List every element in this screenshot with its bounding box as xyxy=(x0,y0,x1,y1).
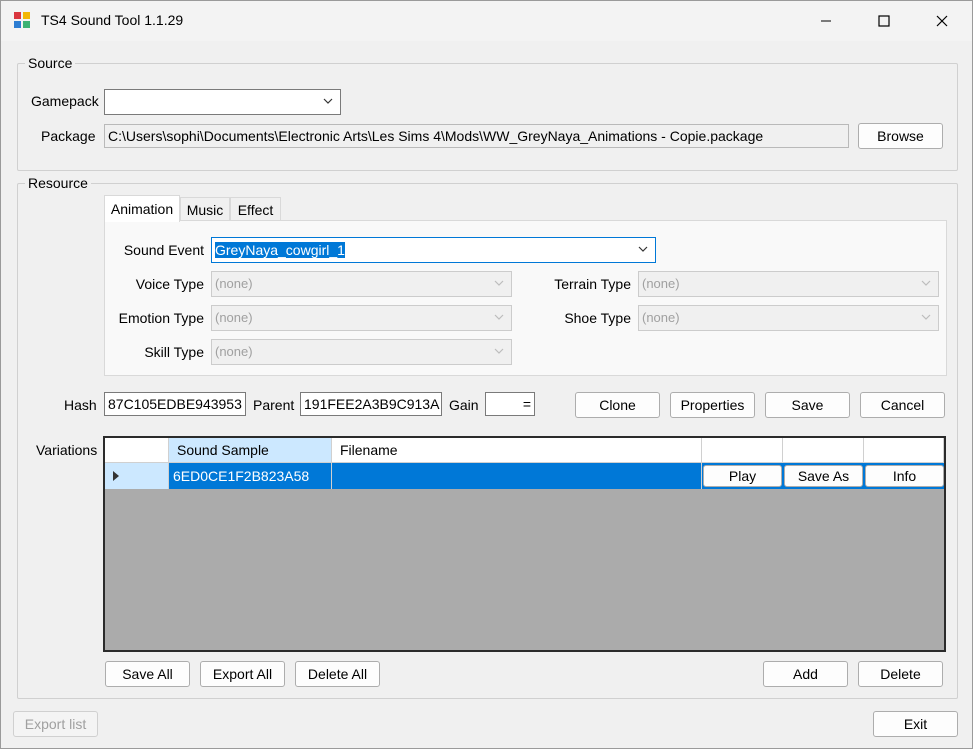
gain-label: Gain xyxy=(449,397,479,413)
close-button[interactable] xyxy=(912,1,972,41)
source-group xyxy=(17,63,958,171)
package-label: Package xyxy=(41,128,96,144)
source-group-title: Source xyxy=(25,55,76,71)
column-header-play[interactable] xyxy=(702,438,783,463)
minimize-icon xyxy=(821,20,831,22)
save-button[interactable]: Save xyxy=(765,392,850,418)
variations-label: Variations xyxy=(36,442,98,458)
clone-button[interactable]: Clone xyxy=(575,392,660,418)
gain-field[interactable]: = xyxy=(485,392,535,416)
exit-button[interactable]: Exit xyxy=(873,711,958,737)
column-header-info[interactable] xyxy=(864,438,944,463)
tab-effect[interactable]: Effect xyxy=(230,197,281,221)
info-button[interactable]: Info xyxy=(865,465,944,487)
shoe-type-value: (none) xyxy=(642,310,680,325)
sound-event-select[interactable]: GreyNaya_cowgirl_1 xyxy=(211,237,656,263)
title-bar[interactable]: TS4 Sound Tool 1.1.29 xyxy=(1,1,972,41)
shoe-type-label: Shoe Type xyxy=(564,310,631,326)
variations-grid[interactable]: Sound Sample Filename 6ED0CE1F2B823A58 P… xyxy=(103,436,946,652)
parent-field[interactable]: 191FEE2A3B9C913A xyxy=(300,392,442,416)
emotion-type-select[interactable]: (none) xyxy=(211,305,512,331)
chevron-down-icon xyxy=(638,246,648,252)
window-title: TS4 Sound Tool 1.1.29 xyxy=(41,12,184,28)
app-window: TS4 Sound Tool 1.1.29 Source Gamepack Pa… xyxy=(0,0,973,749)
filename-cell[interactable] xyxy=(332,463,702,489)
sound-event-value: GreyNaya_cowgirl_1 xyxy=(215,242,345,258)
gamepack-label: Gamepack xyxy=(31,93,99,109)
hash-label: Hash xyxy=(64,397,97,413)
column-header-filename[interactable]: Filename xyxy=(332,438,702,463)
play-button[interactable]: Play xyxy=(703,465,782,487)
chevron-down-icon xyxy=(494,280,504,286)
parent-label: Parent xyxy=(253,397,295,413)
grid-row-header-corner xyxy=(105,438,169,463)
row-header[interactable] xyxy=(105,463,169,489)
column-header-sound-sample[interactable]: Sound Sample xyxy=(169,438,332,463)
voice-type-value: (none) xyxy=(215,276,253,291)
delete-all-button[interactable]: Delete All xyxy=(295,661,380,687)
skill-type-value: (none) xyxy=(215,344,253,359)
terrain-type-value: (none) xyxy=(642,276,680,291)
maximize-button[interactable] xyxy=(854,1,914,41)
skill-type-select[interactable]: (none) xyxy=(211,339,512,365)
chevron-down-icon xyxy=(921,280,931,286)
tab-music[interactable]: Music xyxy=(180,197,230,221)
chevron-down-icon xyxy=(494,348,504,354)
chevron-down-icon xyxy=(921,314,931,320)
table-row[interactable]: 6ED0CE1F2B823A58 Play Save As Info xyxy=(105,463,944,490)
export-all-button[interactable]: Export All xyxy=(200,661,285,687)
sound-sample-cell[interactable]: 6ED0CE1F2B823A58 xyxy=(169,463,332,489)
skill-type-label: Skill Type xyxy=(144,344,204,360)
cancel-button[interactable]: Cancel xyxy=(860,392,945,418)
emotion-type-value: (none) xyxy=(215,310,253,325)
row-pointer-icon xyxy=(113,471,119,481)
emotion-type-label: Emotion Type xyxy=(118,310,204,326)
chevron-down-icon xyxy=(494,314,504,320)
properties-button[interactable]: Properties xyxy=(670,392,755,418)
save-all-button[interactable]: Save All xyxy=(105,661,190,687)
resource-group-title: Resource xyxy=(25,175,91,191)
maximize-icon xyxy=(878,15,890,27)
sound-event-label: Sound Event xyxy=(123,242,204,258)
terrain-type-label: Terrain Type xyxy=(554,276,631,292)
chevron-down-icon xyxy=(323,98,333,104)
browse-button[interactable]: Browse xyxy=(858,123,943,149)
app-icon xyxy=(14,12,30,28)
gamepack-select[interactable] xyxy=(104,89,341,115)
tab-animation[interactable]: Animation xyxy=(104,195,180,222)
shoe-type-select[interactable]: (none) xyxy=(638,305,939,331)
add-button[interactable]: Add xyxy=(763,661,848,687)
voice-type-label: Voice Type xyxy=(135,276,204,292)
terrain-type-select[interactable]: (none) xyxy=(638,271,939,297)
export-list-button[interactable]: Export list xyxy=(13,711,98,737)
hash-field[interactable]: 87C105EDBE943953 xyxy=(104,392,246,416)
package-path-field[interactable]: C:\Users\sophi\Documents\Electronic Arts… xyxy=(104,124,849,148)
delete-button[interactable]: Delete xyxy=(858,661,943,687)
minimize-button[interactable] xyxy=(796,1,856,41)
close-icon xyxy=(936,15,948,27)
save-as-button[interactable]: Save As xyxy=(784,465,863,487)
column-header-save-as[interactable] xyxy=(783,438,864,463)
voice-type-select[interactable]: (none) xyxy=(211,271,512,297)
